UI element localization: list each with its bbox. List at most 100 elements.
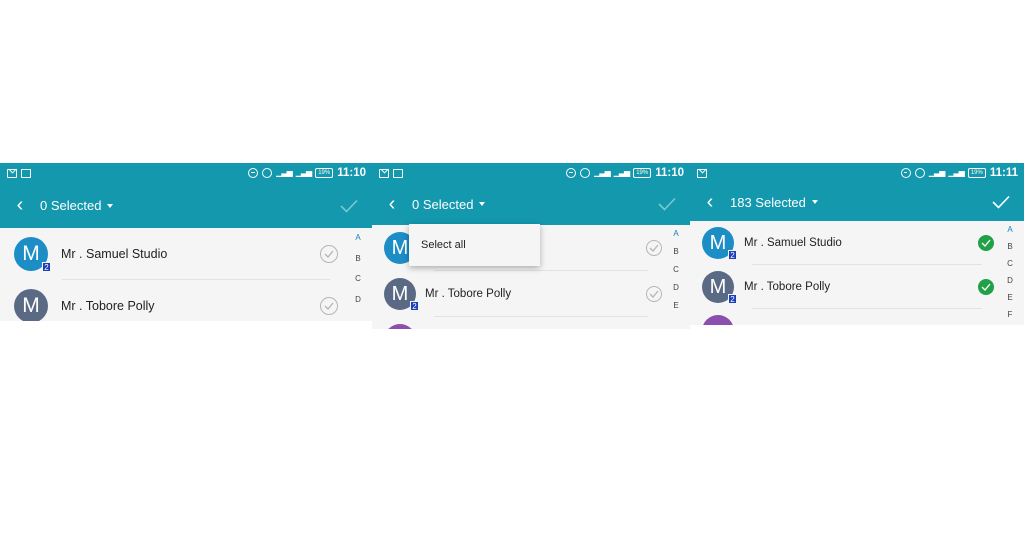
signal-icon: ▁▃▅: [594, 168, 611, 177]
index-letter[interactable]: B: [355, 249, 360, 270]
check-icon: [649, 244, 659, 252]
select-checkbox[interactable]: [646, 240, 662, 256]
avatar: M2: [702, 271, 737, 304]
check-icon: [649, 290, 659, 298]
selection-toolbar: ‹ 183 Selected: [690, 183, 1024, 221]
sim-badge: 2: [410, 301, 419, 311]
selection-count: 183 Selected: [730, 194, 806, 210]
select-checkbox[interactable]: [320, 245, 338, 263]
alarm-icon: [262, 168, 273, 178]
index-letter[interactable]: C: [1007, 255, 1013, 272]
avatar: [702, 315, 734, 325]
check-icon: [981, 283, 991, 291]
contact-row[interactable]: M2 Mr . Samuel Studio: [690, 221, 1024, 265]
select-checkbox[interactable]: [646, 286, 662, 302]
check-icon: [992, 195, 1010, 209]
signal-icon: ▁▃▅: [276, 168, 293, 177]
screen-all-selected: ▁▃▅ ▁▃▅ 19% 11:11 ‹ 183 Selected M 2 Mr . …: [690, 163, 1024, 325]
contact-row[interactable]: [372, 317, 690, 329]
select-all-menu-item[interactable]: Select all: [409, 224, 540, 266]
avatar: M: [14, 289, 48, 321]
avatar: [384, 324, 416, 329]
selection-count-dropdown[interactable]: 0 Selected: [412, 196, 486, 212]
do-not-disturb-icon: [566, 168, 577, 178]
selection-count-dropdown[interactable]: 183 Selected: [730, 195, 818, 210]
selection-count: 0 Selected: [40, 198, 102, 213]
notification-icons: [697, 168, 707, 178]
back-button[interactable]: ‹: [0, 194, 40, 217]
contact-name: Mr . Tobore Polly: [744, 281, 831, 293]
chevron-left-icon: ‹: [16, 194, 24, 216]
signal-icon: ▁▃▅: [613, 168, 631, 177]
notification-icons: [7, 168, 31, 178]
clock: 11:11: [989, 167, 1018, 179]
index-letter[interactable]: D: [1007, 272, 1013, 289]
mail-icon: [697, 168, 707, 178]
selection-count-dropdown[interactable]: 0 Selected: [40, 198, 114, 213]
alphabet-index[interactable]: ABCD: [352, 228, 364, 310]
contact-name: Mr . Samuel Studio: [61, 247, 168, 261]
contact-row[interactable]: M 2 Mr . Tobore Polly: [690, 265, 1024, 309]
index-letter[interactable]: A: [673, 225, 678, 243]
mail-icon: [7, 168, 17, 178]
contact-list[interactable]: M 2 Mr . Samuel Studio M Mr . Tobore Polly A…: [0, 228, 372, 321]
alphabet-index[interactable]: ABCDE: [670, 225, 682, 315]
status-bar: ▁▃▅ ▁▃▅ 19% 11:11: [690, 163, 1024, 183]
contact-row[interactable]: [690, 309, 1024, 325]
mail-icon: [379, 168, 389, 178]
index-letter[interactable]: A: [1007, 221, 1012, 238]
caret-down-icon: [811, 200, 818, 204]
contact-list[interactable]: M2Mr . Samuel StudioM2Mr . Tobore Polly …: [690, 221, 1024, 325]
notification-icons: [379, 168, 403, 178]
battery-icon: 19%: [967, 168, 986, 178]
index-letter[interactable]: B: [673, 243, 678, 261]
alphabet-index[interactable]: ABCDEF: [1004, 221, 1016, 323]
check-icon: [658, 197, 676, 211]
index-letter[interactable]: C: [355, 269, 361, 290]
image-icon: [393, 168, 403, 178]
status-bar: ▁▃▅ ▁▃▅ 19% 11:10: [0, 163, 372, 183]
image-icon: [21, 168, 31, 178]
screen-select-menu: ▁▃▅ ▁▃▅ 19% 11:10 ‹ 0 Selected M2Mr . Sa…: [372, 163, 690, 329]
avatar: M2: [14, 237, 51, 272]
index-letter[interactable]: E: [1007, 289, 1012, 306]
caret-down-icon: [479, 202, 486, 206]
select-checkbox[interactable]: [978, 235, 994, 251]
index-letter[interactable]: C: [673, 261, 679, 279]
index-letter[interactable]: F: [1008, 306, 1013, 323]
check-icon: [324, 302, 334, 310]
done-button[interactable]: [992, 195, 1010, 209]
back-button[interactable]: ‹: [690, 191, 730, 214]
do-not-disturb-icon: [900, 168, 911, 178]
selection-count: 0 Selected: [412, 196, 474, 212]
check-icon: [324, 250, 334, 258]
selection-toolbar: ‹ 0 Selected: [0, 183, 372, 228]
index-letter[interactable]: D: [355, 290, 361, 311]
index-letter[interactable]: D: [673, 279, 679, 297]
done-button[interactable]: [658, 197, 676, 211]
signal-icon: ▁▃▅: [928, 168, 946, 177]
clock: 11:10: [337, 167, 366, 179]
alarm-icon: [914, 168, 925, 178]
index-letter[interactable]: A: [355, 228, 360, 249]
alarm-icon: [580, 168, 591, 178]
index-letter[interactable]: B: [1007, 238, 1012, 255]
battery-icon: 19%: [633, 168, 652, 178]
chevron-left-icon: ‹: [388, 192, 396, 215]
sim-badge: 2: [728, 294, 737, 304]
contact-row[interactable]: M2 Mr . Samuel Studio: [0, 228, 372, 280]
done-button[interactable]: [340, 199, 358, 213]
contact-name: Mr . Tobore Polly: [61, 299, 155, 313]
status-bar: ▁▃▅ ▁▃▅ 19% 11:10: [372, 163, 690, 183]
select-checkbox[interactable]: [978, 279, 994, 295]
do-not-disturb-icon: [248, 168, 259, 178]
caret-down-icon: [107, 203, 114, 208]
signal-icon: ▁▃▅: [948, 168, 965, 177]
battery-icon: 19%: [315, 168, 334, 178]
index-letter[interactable]: E: [673, 297, 678, 315]
select-checkbox[interactable]: [320, 297, 338, 315]
contact-row[interactable]: M 2 Mr . Tobore Polly: [372, 271, 690, 317]
contact-row[interactable]: M Mr . Tobore Polly: [0, 280, 372, 321]
contact-name: Mr . Samuel Studio: [744, 237, 842, 249]
back-button[interactable]: ‹: [372, 193, 412, 216]
